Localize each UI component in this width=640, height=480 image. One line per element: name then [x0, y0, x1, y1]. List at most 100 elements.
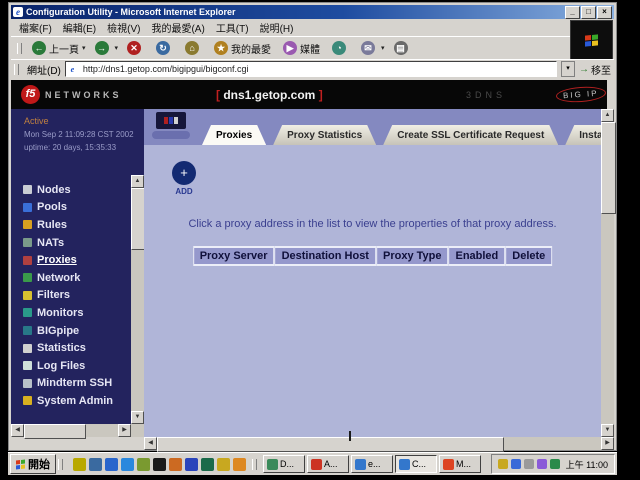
quick-launch-icon[interactable] [89, 458, 102, 471]
main-hscroll-thumb[interactable] [157, 437, 504, 452]
quick-launch-icon[interactable] [153, 458, 166, 471]
sidebar-item[interactable]: Nodes [11, 181, 131, 199]
quick-launch-icon[interactable] [121, 458, 134, 471]
task-button[interactable]: M... [439, 455, 481, 473]
toolbar-button[interactable]: → ▾ [92, 40, 122, 56]
sidebar-item[interactable]: Network [11, 269, 131, 287]
main-vertical-scrollbar[interactable]: ▲ ▼ [601, 109, 614, 437]
quick-launch-icon[interactable] [169, 458, 182, 471]
title-bar[interactable]: e Configuration Utility - Microsoft Inte… [11, 5, 614, 19]
tab[interactable]: Proxy Statistics [273, 125, 376, 145]
scroll-left-icon[interactable]: ◀ [11, 424, 24, 437]
sidebar-item[interactable]: Rules [11, 216, 131, 234]
taskbar-grip[interactable] [58, 459, 63, 470]
task-button[interactable]: C... [395, 455, 437, 473]
proxy-table-header[interactable]: Proxy Type [376, 246, 449, 266]
go-button[interactable]: → 移至 [579, 62, 611, 77]
taskbar: 開始 [8, 452, 617, 475]
toolbar-button[interactable]: ⌂ [182, 40, 208, 56]
sidebar-item-label: Monitors [37, 307, 83, 319]
toolbar-button[interactable]: ↻ [153, 40, 179, 56]
toolbar-button[interactable]: ✉ ▾ [358, 40, 388, 56]
toolbar-button[interactable]: ▶ 媒體 [280, 40, 326, 57]
sidebar-item-icon [23, 344, 32, 353]
url-input[interactable]: e http://dns1.getop.com/bigipgui/bigconf… [65, 61, 557, 77]
sidebar-item[interactable]: BIGpipe [11, 322, 131, 340]
quick-launch-icon[interactable] [185, 458, 198, 471]
sidebar-item-icon [23, 203, 32, 212]
sidebar-item[interactable]: Monitors [11, 304, 131, 322]
quick-launch-icon[interactable] [217, 458, 230, 471]
task-button[interactable]: A... [307, 455, 349, 473]
toolbar-button[interactable]: ◔ [329, 40, 355, 56]
tray-icon[interactable] [524, 459, 534, 469]
sidebar-item[interactable]: Statistics [11, 339, 131, 357]
scroll-down-icon[interactable]: ▼ [131, 411, 144, 424]
scroll-right-icon[interactable]: ▶ [118, 424, 131, 437]
scroll-left-icon[interactable]: ◀ [144, 437, 157, 450]
tab[interactable]: Create SSL Certificate Request [383, 125, 558, 145]
quick-launch-icon[interactable] [201, 458, 214, 471]
url-dropdown-button[interactable]: ▾ [561, 61, 575, 77]
task-button[interactable]: D... [263, 455, 305, 473]
sidebar-item-icon [23, 273, 32, 282]
sidebar-item[interactable]: Log Files [11, 357, 131, 375]
instruction-text: Click a proxy address in the list to vie… [144, 218, 601, 230]
taskbar-clock[interactable]: 上午 11:00 [566, 458, 608, 471]
task-button[interactable]: e... [351, 455, 393, 473]
scroll-up-icon[interactable]: ▲ [601, 109, 614, 122]
sidebar-item[interactable]: Pools [11, 199, 131, 217]
tray-icon[interactable] [550, 459, 560, 469]
tray-icon[interactable] [511, 459, 521, 469]
scroll-right-icon[interactable]: ▶ [601, 437, 614, 450]
toolbar-button-icon: ✕ [127, 41, 141, 55]
add-button[interactable]: + ADD [166, 161, 202, 196]
menu-item[interactable]: 檔案(F) [19, 20, 52, 35]
taskbar-grip-2[interactable] [252, 459, 257, 470]
tab[interactable]: Proxies [202, 125, 266, 145]
sidebar-horizontal-scrollbar[interactable]: ◀ ▶ [11, 424, 131, 437]
toolbar-button[interactable]: ★ 我的最愛 [211, 40, 277, 57]
toolbar-button[interactable]: ← 上一頁 ▾ [29, 40, 89, 57]
sidebar-item[interactable]: Mindterm SSH [11, 375, 131, 393]
menu-bar: 檔案(F) 編輯(E) 檢視(V) 我的最愛(A) 工具(T) 說明(H) [11, 20, 570, 35]
menu-item[interactable]: 檢視(V) [107, 20, 140, 35]
tray-icon[interactable] [537, 459, 547, 469]
task-button-icon [355, 459, 366, 470]
sidebar-item-label: Network [37, 272, 80, 284]
toolbar-button[interactable]: ✕ [124, 40, 150, 56]
quick-launch-icon[interactable] [105, 458, 118, 471]
sidebar-item[interactable]: Filters [11, 287, 131, 305]
proxy-table-header[interactable]: Delete [505, 246, 552, 266]
sidebar-vertical-scrollbar[interactable]: ▲ ▼ [131, 175, 144, 424]
chevron-down-icon: ▾ [115, 44, 119, 52]
tray-icon[interactable] [498, 459, 508, 469]
sidebar-item[interactable]: System Admin [11, 392, 131, 410]
menu-item[interactable]: 我的最愛(A) [151, 20, 204, 35]
addressbar-grip[interactable] [14, 64, 19, 75]
sidebar-item[interactable]: NATs [11, 234, 131, 252]
toolbar-button[interactable]: ▤ [391, 40, 417, 56]
sidebar-item-icon [23, 326, 32, 335]
main-scroll-thumb[interactable] [601, 122, 616, 214]
proxy-table-header[interactable]: Destination Host [275, 246, 376, 266]
toolbar-grip[interactable] [17, 43, 22, 54]
quick-launch-icon[interactable] [137, 458, 150, 471]
scroll-up-icon[interactable]: ▲ [131, 175, 144, 188]
quick-launch-icon[interactable] [73, 458, 86, 471]
menu-item[interactable]: 工具(T) [216, 20, 249, 35]
close-button[interactable]: × [597, 6, 612, 19]
menu-item[interactable]: 說明(H) [260, 20, 294, 35]
menu-item[interactable]: 編輯(E) [63, 20, 96, 35]
quick-launch-icon[interactable] [233, 458, 246, 471]
tab[interactable]: Install SSL Certifi [565, 125, 601, 145]
sidebar-hscroll-thumb[interactable] [24, 424, 86, 439]
main-horizontal-scrollbar[interactable]: ◀ ▶ [144, 437, 614, 450]
sidebar-item[interactable]: Proxies [11, 251, 131, 269]
start-button[interactable]: 開始 [10, 454, 56, 474]
scroll-down-icon[interactable]: ▼ [601, 424, 614, 437]
minimize-button[interactable]: _ [565, 6, 580, 19]
proxy-table-header[interactable]: Proxy Server [193, 246, 275, 266]
proxy-table-header[interactable]: Enabled [448, 246, 505, 266]
maximize-button[interactable]: □ [581, 6, 596, 19]
